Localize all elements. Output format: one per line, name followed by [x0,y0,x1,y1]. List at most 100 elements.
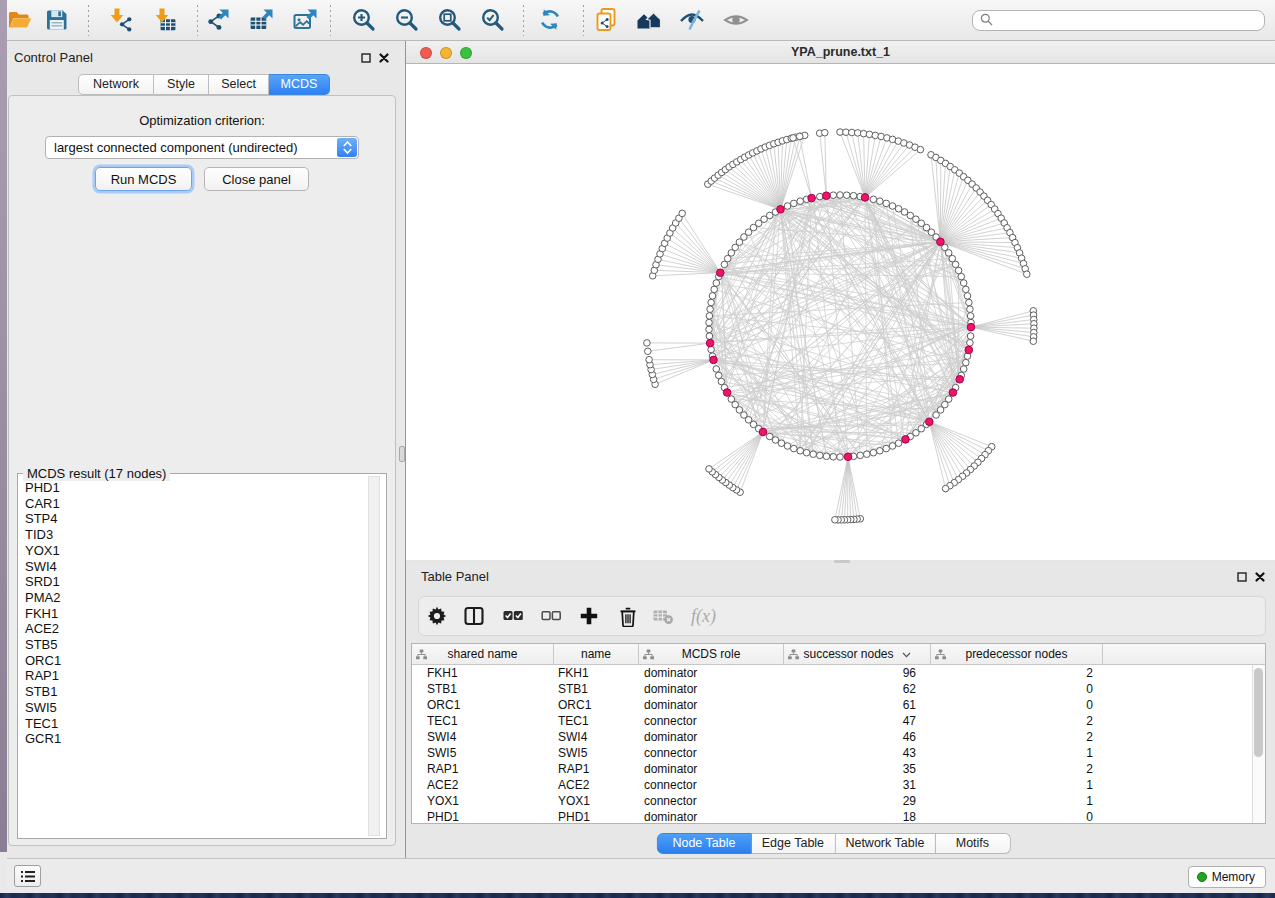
tab-node-table[interactable]: Node Table [656,833,751,854]
zoom-in-icon[interactable] [351,7,377,33]
cell[interactable]: dominator [639,665,784,681]
tab-network[interactable]: Network [78,74,154,95]
cell[interactable]: connector [639,777,784,793]
mcds-node-item[interactable]: SWI4 [25,559,364,575]
import-table-icon[interactable] [152,7,178,33]
tab-motifs[interactable]: Motifs [935,833,1010,854]
cell[interactable]: RAP1 [554,761,639,777]
cell[interactable]: 35 [784,761,931,777]
cell[interactable]: ORC1 [554,697,639,713]
cell[interactable]: 29 [784,793,931,809]
deselect-all-icon[interactable] [540,605,562,627]
table-scrollbar[interactable] [1252,665,1265,823]
cell[interactable]: 46 [784,729,931,745]
cell[interactable]: RAP1 [412,761,554,777]
cell[interactable]: STB1 [554,681,639,697]
search-input[interactable] [972,10,1265,31]
select-all-icon[interactable] [502,605,524,627]
mcds-node-item[interactable]: PMA2 [25,590,364,606]
gear-icon[interactable] [426,605,448,627]
cell[interactable]: FKH1 [412,665,554,681]
float-panel-icon[interactable] [1236,571,1247,582]
columns-icon[interactable] [463,605,485,627]
import-network-icon[interactable] [107,7,133,33]
mcds-node-item[interactable]: ACE2 [25,621,364,637]
close-panel-icon[interactable] [378,52,389,63]
zoom-out-icon[interactable] [394,7,420,33]
cell[interactable]: 96 [784,665,931,681]
tab-network-table[interactable]: Network Table [835,833,935,854]
clone-network-icon[interactable] [594,7,620,33]
cell[interactable]: SWI4 [412,729,554,745]
cell[interactable]: SWI5 [554,745,639,761]
close-panel-button[interactable]: Close panel [204,167,309,191]
mcds-node-item[interactable]: GCR1 [25,731,364,747]
cell[interactable]: 1 [931,777,1103,793]
export-table-icon[interactable] [249,7,275,33]
scrollbar-thumb[interactable] [1254,668,1263,757]
float-panel-icon[interactable] [360,52,371,63]
run-mcds-button[interactable]: Run MCDS [95,167,192,191]
mcds-node-item[interactable]: TEC1 [25,716,364,732]
cell[interactable]: STB1 [412,681,554,697]
hide-annotations-icon[interactable] [679,7,705,33]
tab-edge-table[interactable]: Edge Table [751,833,835,854]
table-row[interactable]: SWI4SWI4dominator462 [412,729,1252,745]
mcds-node-item[interactable]: STP4 [25,511,364,527]
cell[interactable]: 18 [784,809,931,823]
network-graph[interactable] [406,64,1275,560]
cell[interactable]: dominator [639,729,784,745]
table-row[interactable]: SWI5SWI5connector431 [412,745,1252,761]
network-canvas[interactable] [406,64,1275,560]
cell[interactable]: FKH1 [554,665,639,681]
table-row[interactable]: YOX1YOX1connector291 [412,793,1252,809]
mcds-node-item[interactable]: SRD1 [25,574,364,590]
column-header-name[interactable]: name [554,644,639,664]
mcds-list-scrollbar[interactable] [368,476,380,836]
cell[interactable]: 62 [784,681,931,697]
cell[interactable]: 1 [931,745,1103,761]
cell[interactable]: 2 [931,729,1103,745]
cell[interactable]: 31 [784,777,931,793]
mcds-node-item[interactable]: TID3 [25,527,364,543]
cell[interactable]: connector [639,745,784,761]
cell[interactable]: connector [639,713,784,729]
mcds-node-item[interactable]: CAR1 [25,496,364,512]
cell[interactable]: dominator [639,697,784,713]
mcds-node-item[interactable]: STB1 [25,684,364,700]
cell[interactable]: SWI5 [412,745,554,761]
mcds-node-item[interactable]: FKH1 [25,606,364,622]
cell[interactable]: 0 [931,681,1103,697]
close-panel-icon[interactable] [1254,571,1265,582]
memory-button[interactable]: Memory [1188,866,1266,888]
cell[interactable]: TEC1 [412,713,554,729]
export-network-icon[interactable] [205,7,231,33]
cell[interactable]: 2 [931,761,1103,777]
cell[interactable]: 43 [784,745,931,761]
mcds-node-item[interactable]: STB5 [25,637,364,653]
cell[interactable]: ORC1 [412,697,554,713]
cell[interactable]: ACE2 [554,777,639,793]
mcds-node-item[interactable]: YOX1 [25,543,364,559]
table-row[interactable]: TEC1TEC1connector472 [412,713,1252,729]
delete-icon[interactable] [617,605,639,627]
cell[interactable]: dominator [639,761,784,777]
export-image-icon[interactable] [293,7,319,33]
zoom-selected-icon[interactable] [480,7,506,33]
cell[interactable]: SWI4 [554,729,639,745]
cell[interactable]: TEC1 [554,713,639,729]
cell[interactable]: 0 [931,697,1103,713]
mcds-node-item[interactable]: SWI5 [25,700,364,716]
mcds-node-item[interactable]: ORC1 [25,653,364,669]
table-row[interactable]: PHD1PHD1dominator180 [412,809,1252,823]
cell[interactable]: 0 [931,809,1103,823]
tab-select[interactable]: Select [209,74,269,95]
table-row[interactable]: RAP1RAP1dominator352 [412,761,1252,777]
cell[interactable]: dominator [639,809,784,823]
show-graphics-icon[interactable] [723,7,749,33]
column-header-shared-name[interactable]: shared name [412,644,554,664]
table-row[interactable]: ORC1ORC1dominator610 [412,697,1252,713]
cell[interactable]: connector [639,793,784,809]
table-row[interactable]: STB1STB1dominator620 [412,681,1252,697]
cell[interactable]: 1 [931,793,1103,809]
